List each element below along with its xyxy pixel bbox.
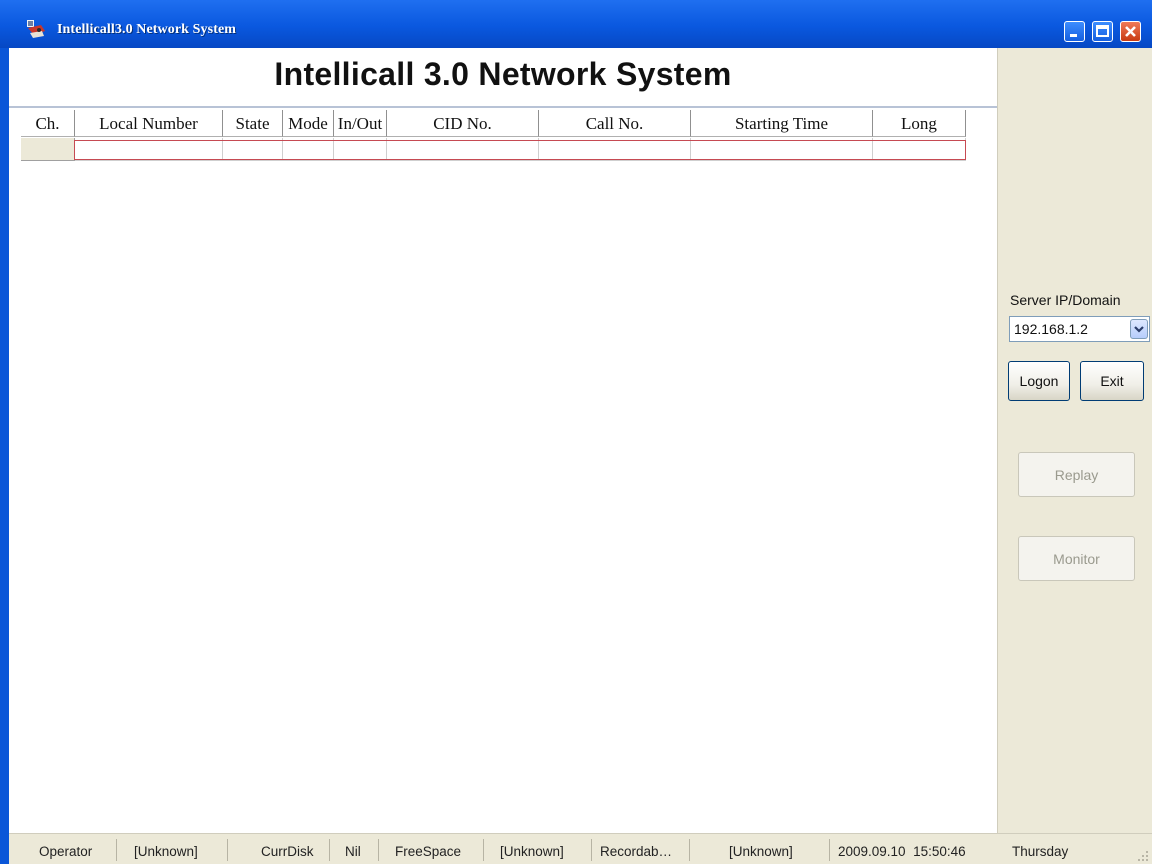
column-header-mode[interactable]: Mode bbox=[283, 110, 334, 137]
chevron-down-icon bbox=[1134, 326, 1144, 333]
column-header-ch[interactable]: Ch. bbox=[21, 110, 75, 137]
server-ip-label: Server IP/Domain bbox=[1010, 292, 1121, 308]
main-area: Intellicall 3.0 Network System Ch. Local… bbox=[9, 48, 997, 833]
status-divider bbox=[591, 839, 592, 861]
status-operator-value: [Unknown] bbox=[134, 844, 198, 859]
close-icon bbox=[1125, 26, 1136, 37]
status-divider bbox=[116, 839, 117, 861]
dropdown-button[interactable] bbox=[1130, 319, 1148, 339]
status-currdisk-value: Nil bbox=[345, 844, 361, 859]
resize-grip-icon[interactable] bbox=[1137, 849, 1149, 861]
replay-button[interactable]: Replay bbox=[1018, 452, 1135, 497]
table-cell[interactable] bbox=[75, 138, 223, 161]
window-title: Intellicall3.0 Network System bbox=[57, 22, 237, 37]
monitor-button[interactable]: Monitor bbox=[1018, 536, 1135, 581]
logon-button[interactable]: Logon bbox=[1008, 361, 1070, 401]
status-currdisk-label: CurrDisk bbox=[261, 844, 314, 859]
side-panel: Server IP/Domain 192.168.1.2 Logon Exit … bbox=[997, 48, 1152, 833]
status-weekday: Thursday bbox=[1012, 844, 1069, 859]
minimize-icon bbox=[1070, 34, 1077, 37]
status-divider bbox=[329, 839, 330, 861]
status-divider bbox=[483, 839, 484, 861]
column-header-long[interactable]: Long bbox=[873, 110, 966, 137]
header-divider bbox=[9, 106, 997, 108]
column-header-call-no[interactable]: Call No. bbox=[539, 110, 691, 137]
maximize-button[interactable] bbox=[1092, 21, 1113, 42]
table-cell[interactable] bbox=[691, 138, 873, 161]
page-title: Intellicall 3.0 Network System bbox=[274, 56, 732, 92]
status-divider bbox=[829, 839, 830, 861]
column-header-starting-time[interactable]: Starting Time bbox=[691, 110, 873, 137]
close-button[interactable] bbox=[1120, 21, 1141, 42]
server-ip-value[interactable]: 192.168.1.2 bbox=[1014, 321, 1088, 337]
status-divider bbox=[227, 839, 228, 861]
client-area: Intellicall 3.0 Network System Ch. Local… bbox=[9, 48, 1152, 864]
app-icon bbox=[25, 19, 47, 39]
status-datetime: 2009.09.10 15:50:46 bbox=[838, 844, 966, 859]
exit-button[interactable]: Exit bbox=[1080, 361, 1144, 401]
status-recordable-value: [Unknown] bbox=[729, 844, 793, 859]
status-divider bbox=[689, 839, 690, 861]
server-ip-combobox[interactable]: 192.168.1.2 bbox=[1009, 316, 1150, 342]
status-freespace-label: FreeSpace bbox=[395, 844, 462, 859]
status-operator-label: Operator bbox=[39, 844, 93, 859]
column-header-local-number[interactable]: Local Number bbox=[75, 110, 223, 137]
row-header-cell[interactable] bbox=[21, 138, 75, 161]
column-header-in-out[interactable]: In/Out bbox=[334, 110, 387, 137]
table-cell[interactable] bbox=[283, 138, 334, 161]
title-bar[interactable]: Intellicall3.0 Network System bbox=[0, 0, 1152, 48]
column-header-state[interactable]: State bbox=[223, 110, 283, 137]
maximize-icon bbox=[1096, 25, 1109, 37]
table-cell[interactable] bbox=[387, 138, 539, 161]
table-cell[interactable] bbox=[873, 138, 966, 161]
status-freespace-value: [Unknown] bbox=[500, 844, 564, 859]
minimize-button[interactable] bbox=[1064, 21, 1085, 42]
table-cell[interactable] bbox=[334, 138, 387, 161]
status-recordable-label: Recordab… bbox=[600, 844, 673, 859]
status-divider bbox=[378, 839, 379, 861]
column-header-cid-no[interactable]: CID No. bbox=[387, 110, 539, 137]
application-window: Intellicall3.0 Network System Intellical… bbox=[0, 0, 1152, 864]
status-bar: Operator [Unknown] CurrDisk Nil FreeSpac… bbox=[9, 833, 1152, 864]
table-cell[interactable] bbox=[539, 138, 691, 161]
table-cell[interactable] bbox=[223, 138, 283, 161]
